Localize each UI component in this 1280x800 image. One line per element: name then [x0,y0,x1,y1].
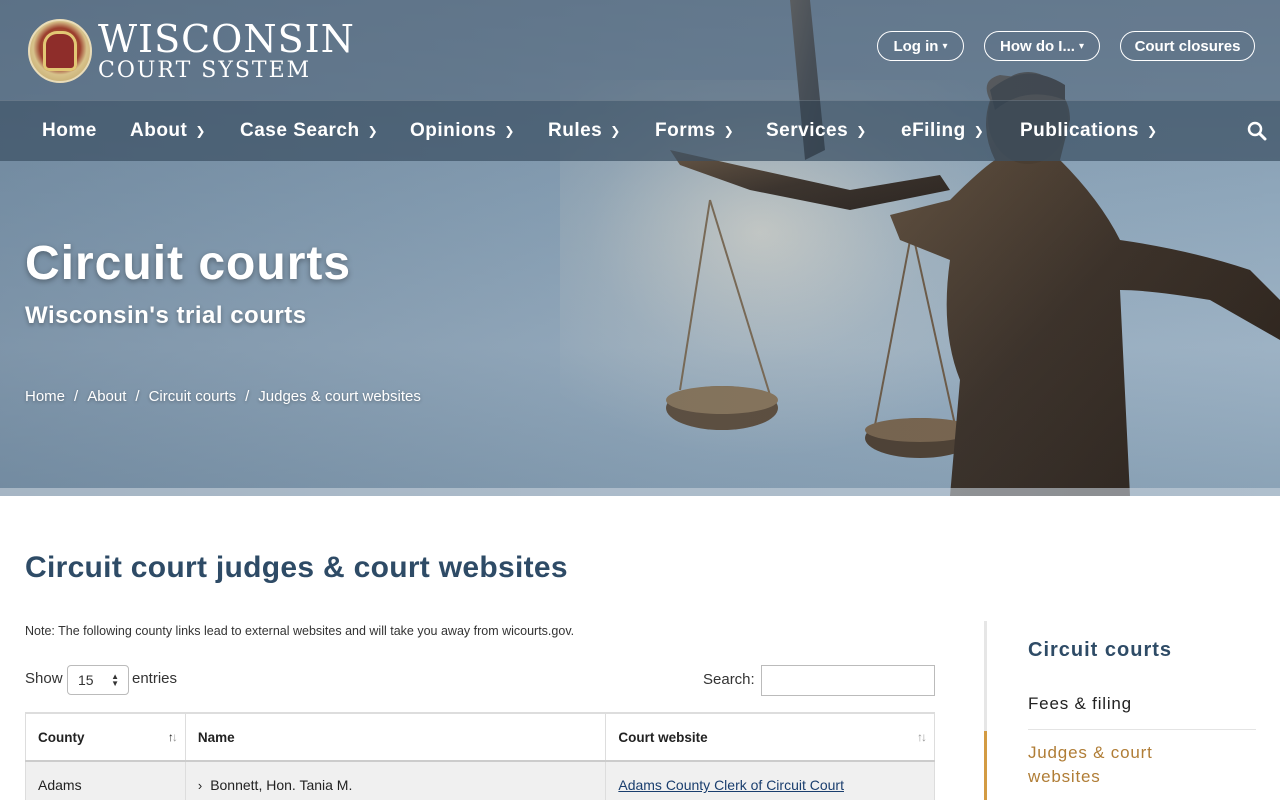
header-label: Court website [618,729,708,745]
sidebar-title[interactable]: Circuit courts [1028,639,1172,662]
select-arrows-icon: ▲ ▼ [111,672,119,688]
entries-per-page-value: 15 [78,672,94,688]
page-title: Circuit court judges & court websites [25,551,568,584]
nav-opinions[interactable]: Opinions ❯ [410,100,515,161]
chevron-down-icon: ▾ [1078,40,1085,52]
chevron-down-icon: ❯ [195,123,206,138]
how-do-i-button[interactable]: How do I... ▾ [984,31,1100,61]
sidebar-item-fees-filing[interactable]: Fees & filing [1028,694,1132,714]
breadcrumb-current: Judges & court websites [258,388,421,405]
login-button[interactable]: Log in ▾ [877,31,964,61]
nav-label: Rules [548,119,603,141]
site-logo[interactable]: WISCONSIN COURT SYSTEM [28,18,354,84]
nav-home[interactable]: Home [42,100,97,161]
logo-text: WISCONSIN COURT SYSTEM [98,20,355,82]
court-closures-button[interactable]: Court closures [1120,31,1255,61]
breadcrumb-home[interactable]: Home [25,388,65,405]
table-search-input[interactable] [761,665,935,696]
logo-line-1: WISCONSIN [98,17,355,61]
entries-label: entries [132,670,178,687]
nav-label: About [130,119,188,141]
login-label: Log in [893,37,939,55]
breadcrumb-separator: / [245,388,250,405]
chevron-down-icon: ❯ [367,123,379,138]
breadcrumb: Home / About / Circuit courts / Judges &… [25,388,421,405]
sort-icon: ↑↓ [917,730,927,744]
nav-label: Case Search [240,119,360,141]
court-closures-label: Court closures [1134,37,1241,55]
cell-court-website: Adams County Clerk of Circuit Court [605,760,935,800]
judge-name: Bonnett, Hon. Tania M. [210,777,353,794]
nav-case-search[interactable]: Case Search ❯ [240,100,378,161]
cell-county: Adams [25,760,186,800]
nav-services[interactable]: Services ❯ [766,100,867,161]
chevron-right-icon[interactable]: › [198,778,202,793]
page-hero-subtitle: Wisconsin's trial courts [25,302,307,329]
cell-name[interactable]: › Bonnett, Hon. Tania M. [184,760,607,800]
breadcrumb-separator: / [135,388,140,405]
nav-efiling[interactable]: eFiling ❯ [901,100,984,161]
header-label: County [38,729,85,745]
nav-label: eFiling [901,119,966,141]
external-links-note: Note: The following county links lead to… [25,624,575,638]
nav-rules[interactable]: Rules ❯ [548,100,621,161]
hero-bottom-strip [0,488,1280,496]
breadcrumb-circuit-courts[interactable]: Circuit courts [149,388,237,405]
breadcrumb-separator: / [74,388,79,405]
chevron-down-icon: ▾ [942,40,948,52]
entries-per-page-select[interactable]: 15 ▲ ▼ [67,665,129,695]
chevron-down-icon: ❯ [1146,123,1158,138]
header-label: Name [197,729,235,745]
nav-label: Publications [1020,119,1139,141]
nav-forms[interactable]: Forms ❯ [655,100,734,161]
chevron-down-icon: ❯ [504,123,515,138]
chevron-down-icon: ❯ [723,123,735,138]
nav-label: Home [42,119,97,141]
nav-label: Services [766,119,849,141]
nav-label: Forms [655,119,716,141]
column-header-court-website[interactable]: Court website ↑↓ [605,712,935,762]
court-seal-icon [28,19,92,83]
column-header-name: Name [184,712,607,762]
page-hero-title: Circuit courts [25,237,352,290]
sidebar-item-judges-court-websites[interactable]: Judges & court websites [1028,741,1228,789]
sort-ascending-icon: ↑↓ [167,730,178,744]
table-row: Adams › Bonnett, Hon. Tania M. Adams Coun… [25,760,935,800]
court-website-link[interactable]: Adams County Clerk of Circuit Court [618,777,844,793]
chevron-down-icon: ❯ [973,123,985,138]
sidebar-divider [1028,729,1256,730]
nav-publications[interactable]: Publications ❯ [1020,100,1158,161]
judges-table: County ↑↓ Name Court website ↑↓ Adams › B… [25,712,935,800]
chevron-down-icon: ❯ [610,123,621,138]
nav-about[interactable]: About ❯ [130,100,206,161]
sidebar-active-indicator [984,731,987,800]
chevron-down-icon: ❯ [856,123,867,138]
how-do-i-label: How do I... [999,37,1075,55]
search-icon[interactable] [1247,121,1267,141]
logo-line-2: COURT SYSTEM [98,58,312,83]
table-header-row: County ↑↓ Name Court website ↑↓ [25,712,935,762]
show-label: Show [25,670,63,687]
column-header-county[interactable]: County ↑↓ [25,712,186,762]
table-search-label: Search: [703,671,755,688]
breadcrumb-about[interactable]: About [87,388,126,405]
nav-label: Opinions [410,119,497,141]
